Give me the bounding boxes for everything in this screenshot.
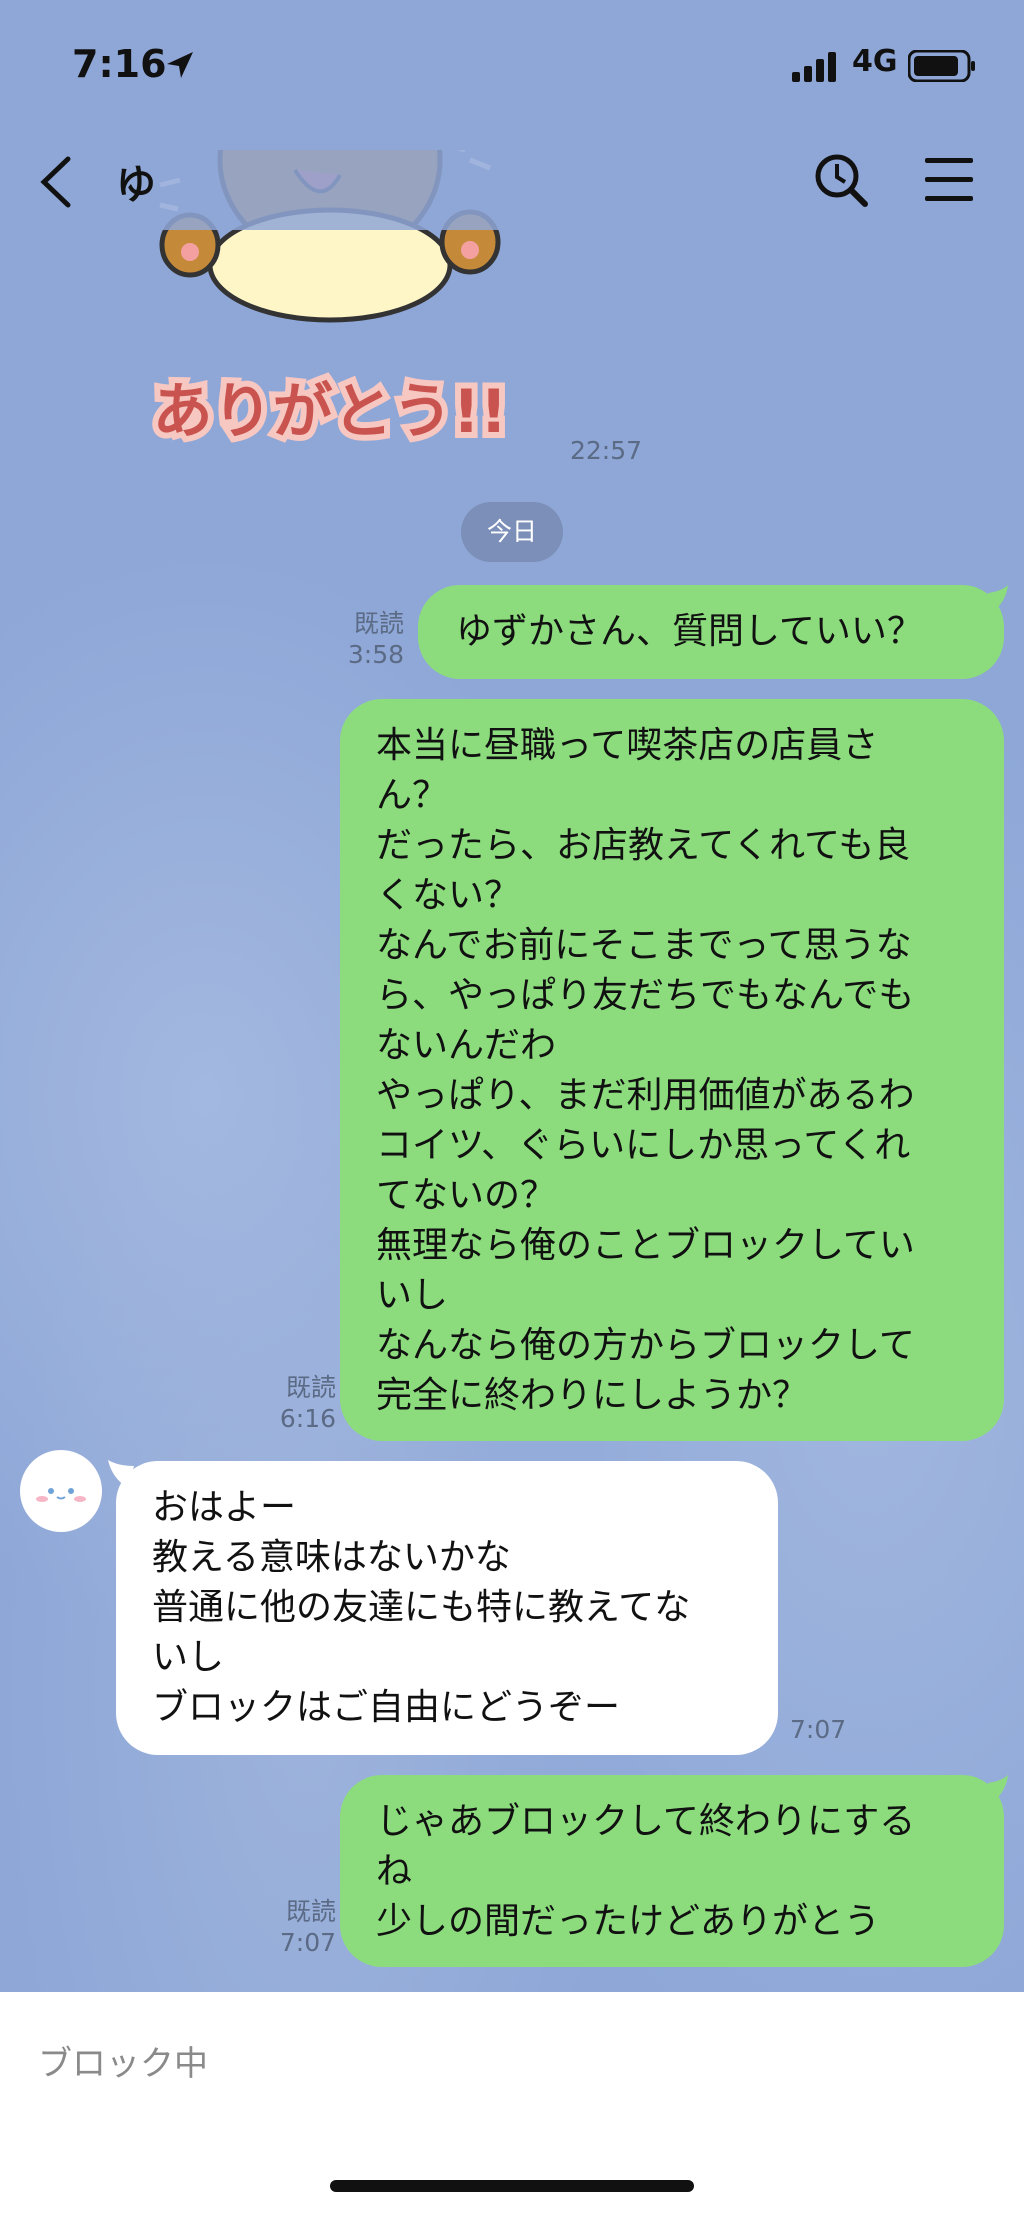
read-label: 既読 [285, 1373, 336, 1402]
message-text: 本当に昼職って喫茶店の店員さ [376, 725, 879, 766]
sticker-text: ありがとう!! [153, 377, 508, 447]
outgoing-message-bubble[interactable]: じゃあブロックして終わりにする ね 少しの間だったけどありがとう [340, 1775, 1004, 1967]
battery-icon [907, 49, 976, 86]
date-separator: 今日 [461, 502, 563, 562]
home-indicator[interactable] [330, 2180, 694, 2192]
bubble-tail [988, 1775, 1008, 1801]
message-time: 7:07 [790, 1715, 847, 1744]
message-text: 普通に他の友達にも特に教えてな [152, 1587, 691, 1628]
message-read-status: 既読 6:16 [262, 1372, 336, 1434]
contact-avatar[interactable] [20, 1450, 102, 1532]
message-time: 6:16 [279, 1404, 336, 1433]
message-text: やっぱり、まだ利用価値があるわ [376, 1075, 915, 1116]
message-text: だったら、お店教えてくれても良 [376, 825, 911, 866]
message-text: ね [376, 1851, 413, 1892]
message-text: ゆずかさん、質問していい？ [456, 611, 923, 652]
search-icon[interactable] [813, 152, 869, 212]
menu-hamburger-icon[interactable] [925, 158, 973, 206]
blocked-status-label: ブロック中 [38, 2044, 208, 2084]
outgoing-message-bubble[interactable]: ゆずかさん、質問していい？ [418, 585, 1004, 679]
message-time: 3:58 [347, 640, 404, 669]
message-text: ら、やっぱり友だちでもなんでも [376, 975, 915, 1016]
location-arrow-icon [165, 50, 195, 84]
status-time: 7:16 [72, 42, 167, 86]
message-text: コイツ、ぐらいにしか思ってくれ [376, 1125, 911, 1166]
message-text: なんなら俺の方からブロックして [376, 1325, 915, 1366]
message-read-status: 既読 3:58 [330, 608, 404, 670]
bubble-tail [988, 585, 1008, 611]
message-text: ん？ [376, 775, 449, 816]
back-chevron-icon[interactable] [38, 155, 74, 213]
message-text: 教える意味はないかな [152, 1537, 511, 1578]
message-text: ブロックはご自由にどうぞー [152, 1687, 621, 1728]
message-text: いし [152, 1637, 225, 1678]
message-time: 7:07 [279, 1928, 336, 1957]
incoming-message-bubble[interactable]: おはよー 教える意味はないかな 普通に他の友達にも特に教えてな いし ブロックは… [116, 1461, 778, 1755]
message-text: 完全に終わりにしようか？ [376, 1375, 809, 1416]
message-time: 22:57 [569, 436, 642, 465]
message-text: いし [376, 1275, 449, 1316]
message-text: くない？ [376, 875, 521, 916]
message-text: じゃあブロックして終わりにする [376, 1801, 916, 1842]
message-text: ないんだわ [376, 1025, 557, 1066]
read-label: 既読 [285, 1897, 336, 1926]
network-type: 4G [852, 44, 898, 79]
cellular-signal-icon [792, 52, 840, 86]
chat-title[interactable]: ゆ [116, 152, 156, 210]
message-text: なんでお前にそこまでって思うな [376, 925, 912, 966]
read-label: 既読 [353, 609, 404, 638]
message-text: 無理なら俺のことブロックしてい [376, 1225, 915, 1266]
outgoing-message-bubble[interactable]: 本当に昼職って喫茶店の店員さ ん？ だったら、お店教えてくれても良 くない？ な… [340, 699, 1004, 1441]
message-text: 少しの間だったけどありがとう [376, 1901, 881, 1942]
message-read-status: 既読 7:07 [262, 1896, 336, 1958]
message-text: てないの？ [376, 1175, 557, 1216]
message-text: おはよー [152, 1487, 297, 1528]
